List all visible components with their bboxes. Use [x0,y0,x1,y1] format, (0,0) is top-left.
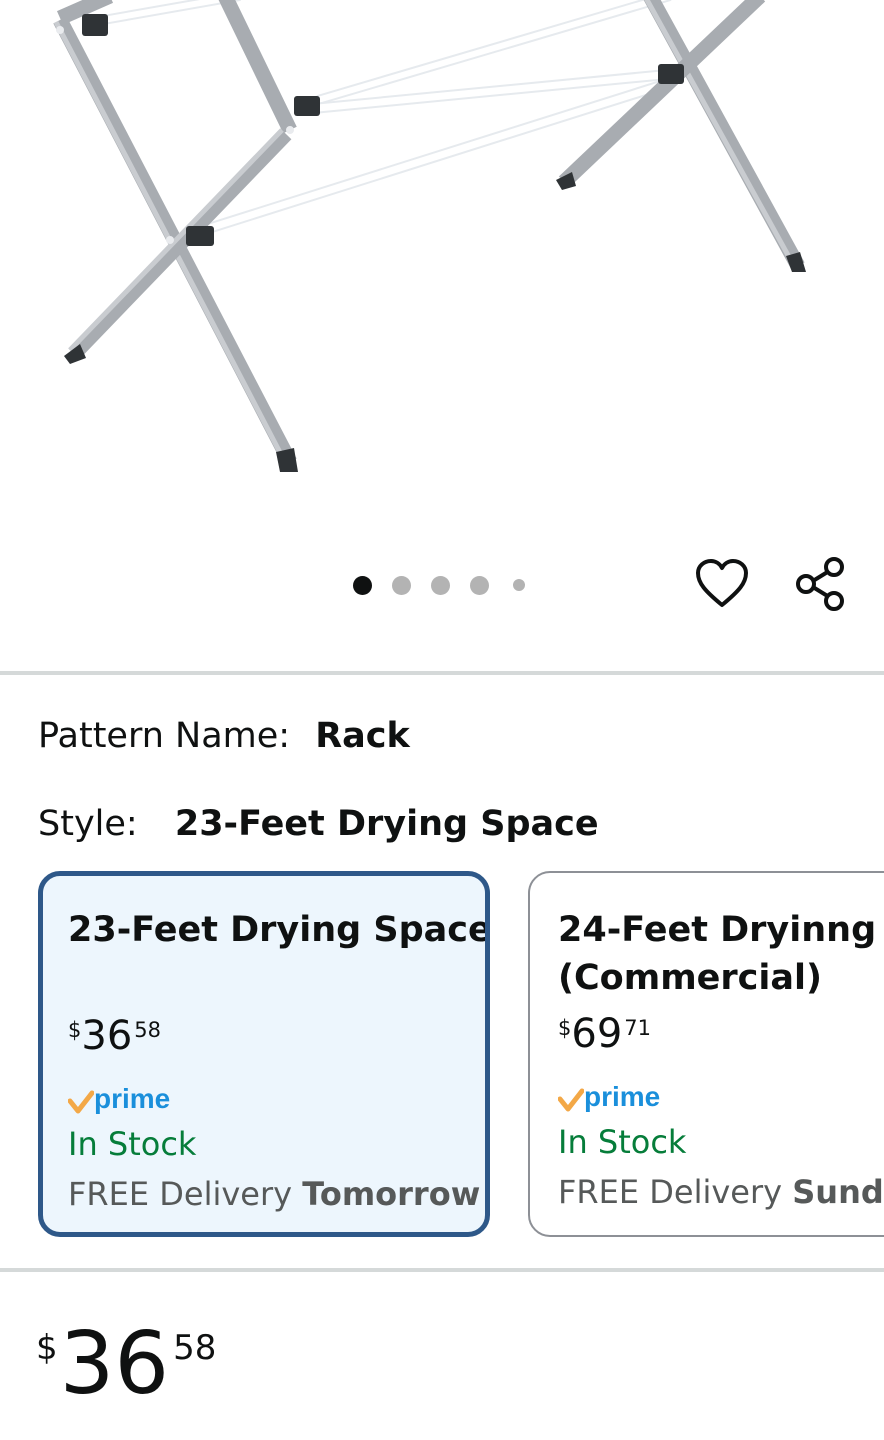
pagination-dot[interactable] [392,575,411,595]
price-whole: 69 [571,1011,623,1057]
section-divider [0,1268,884,1272]
pattern-name-value: Rack [315,716,410,756]
style-option-card[interactable]: 24-Feet Dryinng Space (Commercial) $ 69 … [528,871,884,1237]
price-whole: 36 [81,1013,133,1059]
drying-rack-illustration [53,0,806,472]
pattern-name-row: Pattern Name: Rack [38,716,410,756]
style-value: 23-Feet Drying Space [174,804,599,844]
price-fraction: 58 [173,1328,217,1368]
share-button[interactable] [793,556,849,612]
price-fraction: 71 [624,1016,652,1040]
prime-badge: prime [68,1082,485,1116]
image-pagination [353,574,545,596]
delivery-info: FREE Delivery Sunday [558,1170,884,1214]
price-currency-symbol: $ [36,1328,58,1368]
prime-label: prime [94,1083,171,1114]
style-option-title-line1: 24-Feet Dryinng Space [558,910,884,950]
stock-status: In Stock [68,1125,197,1163]
section-divider [0,671,884,675]
style-option-title-line2: (Commercial) [558,958,823,998]
prime-badge: prime [558,1080,884,1114]
price-currency-symbol: $ [558,1016,572,1040]
pattern-name-label: Pattern Name: [38,716,291,756]
pagination-dot[interactable] [513,579,525,591]
stock-status: In Stock [558,1123,687,1161]
delivery-prefix: FREE Delivery [558,1173,783,1211]
prime-label: prime [584,1081,661,1112]
price-whole: 36 [59,1314,170,1414]
pagination-dot[interactable] [470,575,489,595]
style-option-title-line1: 23-Feet Drying Space [68,910,490,950]
delivery-day: Tomorrow [302,1175,481,1213]
style-option-title: 24-Feet Dryinng Space (Commercial) [558,906,884,1002]
prime-check-icon [68,1090,94,1114]
style-option-title: 23-Feet Drying Space [68,906,485,1002]
price-fraction: 58 [134,1018,162,1042]
style-option-price: $ 36 58 [68,1014,485,1068]
delivery-prefix: FREE Delivery [68,1175,293,1213]
style-option-card-selected[interactable]: 23-Feet Drying Space $ 36 58 prime In St… [38,871,490,1237]
prime-check-icon [558,1088,584,1112]
delivery-info: FREE Delivery Tomorrow [68,1172,485,1216]
pagination-dot[interactable] [431,575,450,595]
product-image[interactable] [0,0,884,520]
product-price: $ 36 58 [36,1318,216,1410]
style-option-price: $ 69 71 [558,1012,884,1066]
style-label: Style: [38,804,138,844]
price-currency-symbol: $ [68,1018,82,1042]
style-row: Style: 23-Feet Drying Space [38,804,599,844]
delivery-day: Sunday [792,1173,884,1211]
share-icon [796,557,844,611]
heart-icon [696,559,748,607]
pagination-dot-active[interactable] [353,575,372,595]
add-to-list-button[interactable] [694,556,750,612]
